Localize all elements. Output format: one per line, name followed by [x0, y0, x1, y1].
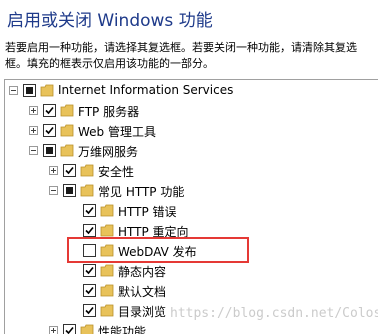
folder-icon — [40, 84, 54, 97]
folder-icon — [60, 124, 74, 137]
checkmark-icon — [65, 326, 74, 334]
checkmark-icon — [65, 166, 74, 175]
tree-item-world-wide-web-services[interactable]: 万维网服务 — [5, 141, 378, 161]
tree-item-label: Internet Information Services — [58, 83, 234, 97]
tree-item-label: 目录浏览 — [118, 305, 167, 319]
checkmark-icon — [85, 226, 94, 235]
checkbox-partial[interactable] — [63, 184, 76, 197]
tree-item-label: 常见 HTTP 功能 — [98, 185, 185, 199]
folder-icon — [80, 184, 94, 197]
tree-item-label: 性能功能 — [98, 325, 147, 334]
collapse-icon[interactable] — [9, 86, 18, 95]
checkbox-checked[interactable] — [43, 104, 56, 117]
tree-item-static-content[interactable]: 静态内容 — [5, 261, 378, 281]
folder-icon — [80, 164, 94, 177]
checkbox-checked[interactable] — [83, 304, 96, 317]
tree-item-label: 万维网服务 — [78, 145, 139, 159]
checkmark-icon — [85, 286, 94, 295]
tree-item-label: 安全性 — [98, 165, 135, 179]
folder-icon — [60, 104, 74, 117]
folder-icon — [100, 204, 114, 217]
expand-icon[interactable] — [29, 106, 38, 115]
folder-icon — [100, 304, 114, 317]
tree-item-http-errors[interactable]: HTTP 错误 — [5, 201, 378, 221]
checkmark-icon — [85, 306, 94, 315]
tree-item-label: 静态内容 — [118, 265, 167, 279]
checkbox-checked[interactable] — [63, 324, 76, 334]
expand-icon[interactable] — [29, 126, 38, 135]
checkbox-checked[interactable] — [83, 204, 96, 217]
checkbox-checked[interactable] — [83, 224, 96, 237]
checkmark-icon — [45, 126, 54, 135]
tree-item-ftp-server[interactable]: FTP 服务器 — [5, 101, 378, 121]
tree-item-label: HTTP 错误 — [118, 205, 177, 219]
checkbox-checked[interactable] — [83, 284, 96, 297]
collapse-icon[interactable] — [49, 186, 58, 195]
tree-item-security[interactable]: 安全性 — [5, 161, 378, 181]
tree-item-common-http-features[interactable]: 常见 HTTP 功能 — [5, 181, 378, 201]
dialog-description: 若要启用一种功能，请选择其复选框。若要关闭一种功能，请清除其复选框。填充的框表示… — [5, 41, 357, 70]
folder-icon — [100, 224, 114, 237]
folder-icon — [60, 144, 74, 157]
expand-icon[interactable] — [49, 326, 58, 334]
tree-item-default-document[interactable]: 默认文档 — [5, 281, 378, 301]
folder-icon — [100, 284, 114, 297]
expand-icon[interactable] — [49, 166, 58, 175]
annotation-highlight-box — [67, 237, 249, 263]
folder-icon — [80, 324, 94, 334]
checkbox-partial[interactable] — [43, 144, 56, 157]
checkmark-icon — [45, 106, 54, 115]
tree-item-label: FTP 服务器 — [78, 105, 140, 119]
features-tree[interactable]: Internet Information Services FTP 服务器 We… — [4, 79, 378, 334]
tree-item-web-management-tools[interactable]: Web 管理工具 — [5, 121, 378, 141]
checkbox-checked[interactable] — [43, 124, 56, 137]
checkmark-icon — [85, 206, 94, 215]
windows-features-dialog: 启用或关闭 Windows 功能 若要启用一种功能，请选择其复选框。若要关闭一种… — [0, 0, 378, 334]
checkmark-icon — [85, 266, 94, 275]
checkbox-checked[interactable] — [83, 264, 96, 277]
dialog-title: 启用或关闭 Windows 功能 — [7, 11, 213, 31]
folder-icon — [100, 264, 114, 277]
checkbox-partial[interactable] — [23, 84, 36, 97]
watermark-text: https://blog.csdn.net/Colossalis_c — [170, 306, 378, 321]
collapse-icon[interactable] — [29, 146, 38, 155]
tree-item-label: 默认文档 — [118, 285, 167, 299]
tree-item-label: Web 管理工具 — [78, 125, 156, 139]
tree-item-iis[interactable]: Internet Information Services — [5, 81, 378, 101]
checkbox-checked[interactable] — [63, 164, 76, 177]
tree-item-performance-features[interactable]: 性能功能 — [5, 321, 378, 334]
